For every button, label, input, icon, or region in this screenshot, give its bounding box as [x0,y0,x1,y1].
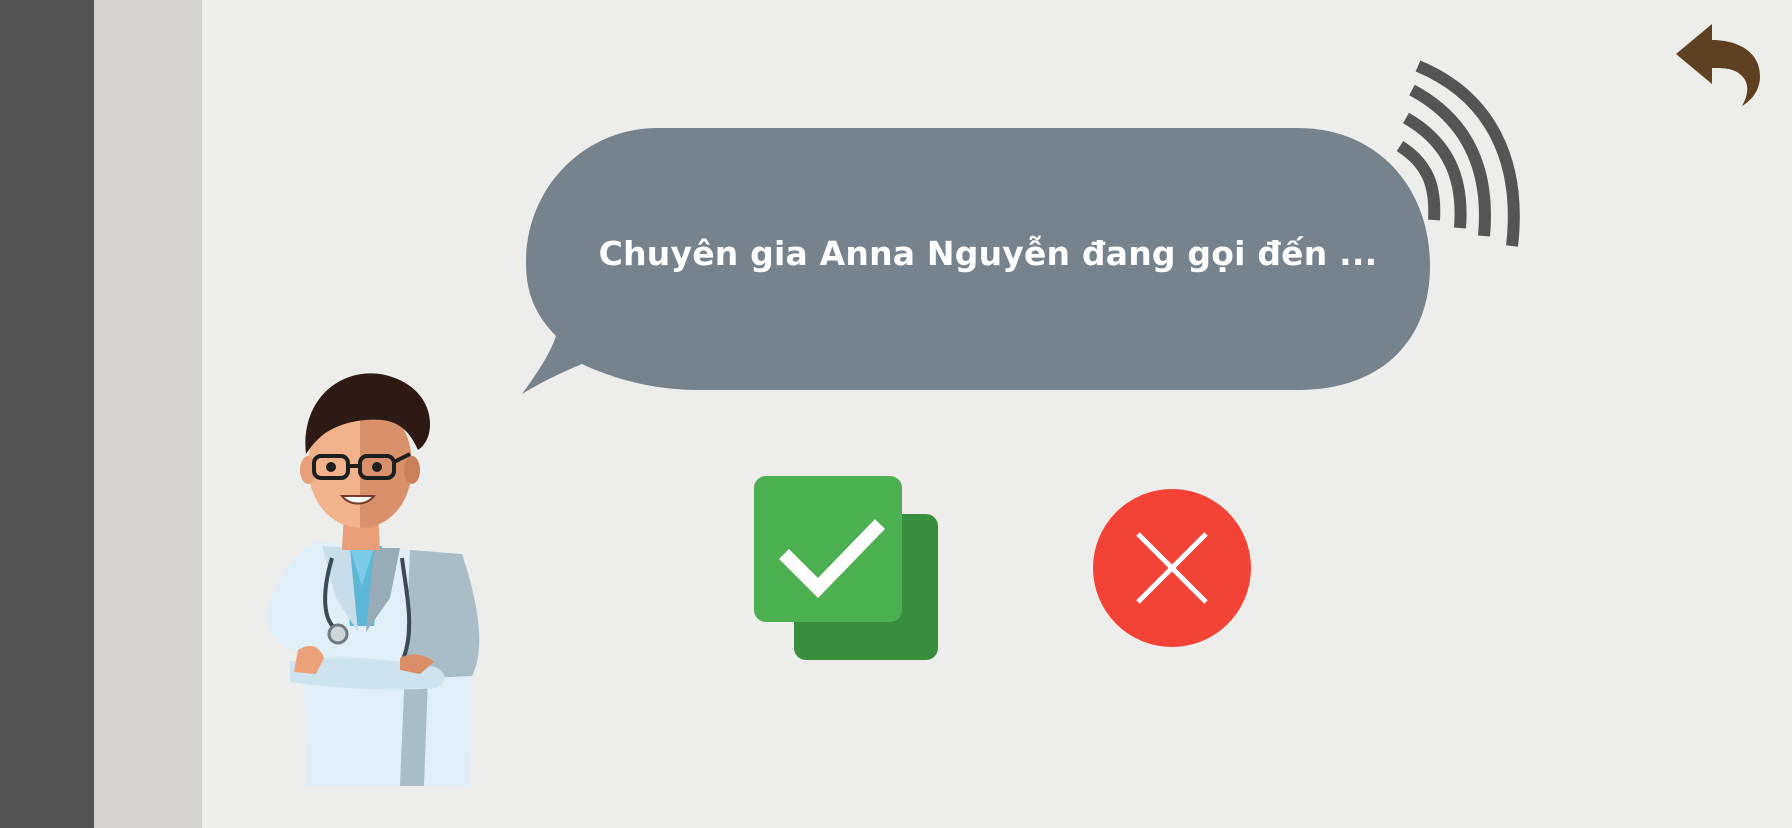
caller-message: Chuyên gia Anna Nguyễn đang gọi đến ... [598,234,1378,273]
left-dark-rail [0,0,94,828]
incoming-call-screen: Chuyên gia Anna Nguyễn đang gọi đến ... [0,0,1792,828]
decline-call-button[interactable] [1092,488,1252,648]
doctor-avatar [250,362,490,786]
accept-call-button[interactable] [752,474,942,662]
left-light-rail [94,0,202,828]
undo-arrow-icon [1676,24,1760,106]
speech-bubble: Chuyên gia Anna Nguyễn đang gọi đến ... [518,124,1438,404]
back-button[interactable] [1672,18,1768,110]
